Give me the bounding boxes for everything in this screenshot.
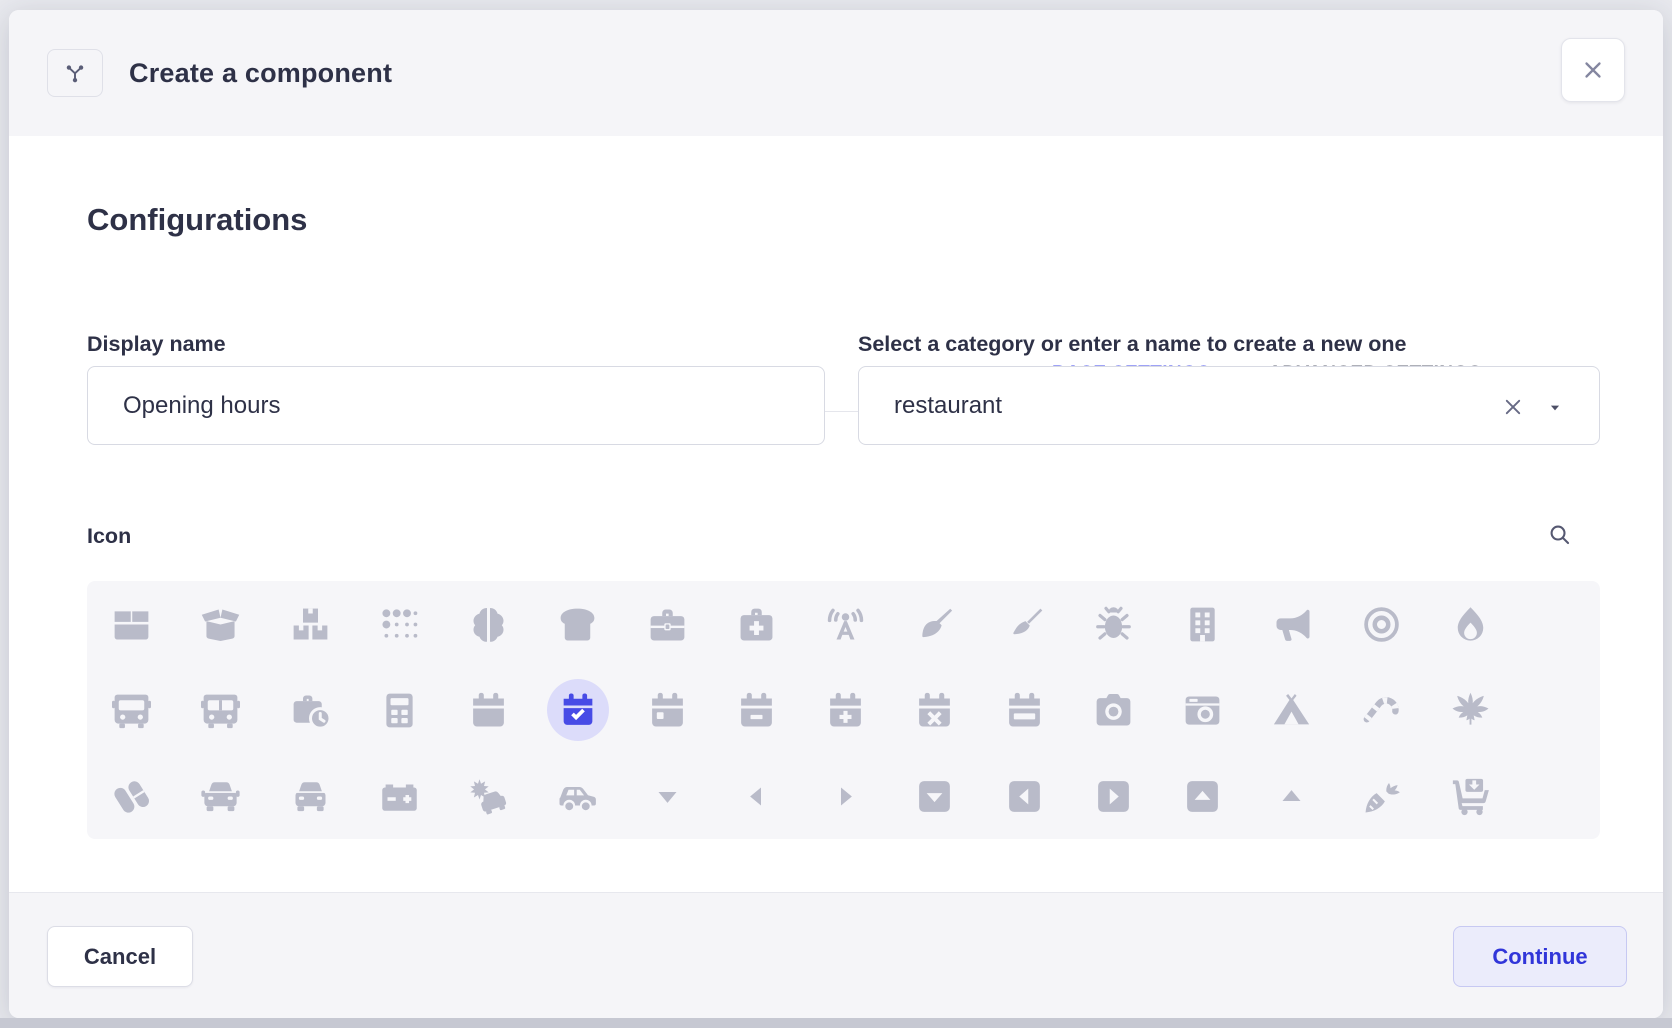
campground-icon[interactable] <box>1247 667 1336 753</box>
section-title: Configurations <box>87 202 307 238</box>
bullhorn-icon[interactable] <box>1247 581 1336 667</box>
calendar-minus-icon[interactable] <box>712 667 801 753</box>
broom-icon[interactable] <box>890 581 979 667</box>
caret-right-icon[interactable] <box>801 753 890 839</box>
bus-alt-icon[interactable] <box>176 667 265 753</box>
display-name-label: Display name <box>87 332 226 357</box>
create-component-modal: Create a component Configurations BASE S… <box>9 10 1663 1018</box>
calendar-plus-icon[interactable] <box>801 667 890 753</box>
close-icon <box>1581 58 1605 82</box>
braille-icon[interactable] <box>355 581 444 667</box>
page-bottom-strip <box>0 1018 1672 1028</box>
caret-up-icon[interactable] <box>1247 753 1336 839</box>
modal-body: Configurations BASE SETTINGS ADVANCED SE… <box>9 136 1663 893</box>
briefcase-icon[interactable] <box>623 581 712 667</box>
caret-square-down-icon[interactable] <box>890 753 979 839</box>
camera-retro-icon[interactable] <box>1158 667 1247 753</box>
brain-icon[interactable] <box>444 581 533 667</box>
business-time-icon[interactable] <box>266 667 355 753</box>
carrot-icon[interactable] <box>1337 753 1426 839</box>
modal-title: Create a component <box>129 58 392 89</box>
bread-slice-icon[interactable] <box>533 581 622 667</box>
modal-header: Create a component <box>9 10 1663 137</box>
car-battery-icon[interactable] <box>355 753 444 839</box>
bus-icon[interactable] <box>87 667 176 753</box>
caret-square-left-icon[interactable] <box>980 753 1069 839</box>
calendar-times-icon[interactable] <box>890 667 979 753</box>
cart-arrow-down-icon[interactable] <box>1426 753 1515 839</box>
modal-footer: Cancel Continue <box>9 892 1663 1018</box>
candy-cane-icon[interactable] <box>1337 667 1426 753</box>
car-alt-icon[interactable] <box>266 753 355 839</box>
category-label: Select a category or enter a name to cre… <box>858 332 1406 357</box>
broadcast-tower-icon[interactable] <box>801 581 890 667</box>
capsules-icon[interactable] <box>87 753 176 839</box>
caret-down-icon[interactable] <box>1548 401 1562 415</box>
search-icon[interactable] <box>1547 522 1572 547</box>
caret-down-icon[interactable] <box>623 753 712 839</box>
display-name-input[interactable] <box>87 366 825 445</box>
component-nodes-icon <box>47 49 103 97</box>
cannabis-icon[interactable] <box>1426 667 1515 753</box>
briefcase-medical-icon[interactable] <box>712 581 801 667</box>
car-crash-icon[interactable] <box>444 753 533 839</box>
boxes-icon[interactable] <box>266 581 355 667</box>
caret-square-up-icon[interactable] <box>1158 753 1247 839</box>
bullseye-icon[interactable] <box>1337 581 1426 667</box>
burn-icon[interactable] <box>1426 581 1515 667</box>
box-open-icon[interactable] <box>176 581 265 667</box>
calculator-icon[interactable] <box>355 667 444 753</box>
brush-icon[interactable] <box>980 581 1069 667</box>
caret-left-icon[interactable] <box>712 753 801 839</box>
continue-button[interactable]: Continue <box>1453 926 1627 987</box>
icon-picker-label: Icon <box>87 524 131 549</box>
icon-grid <box>87 581 1600 839</box>
calendar-week-icon[interactable] <box>980 667 1069 753</box>
cancel-button[interactable]: Cancel <box>47 926 193 987</box>
calendar-icon[interactable] <box>444 667 533 753</box>
camera-icon[interactable] <box>1069 667 1158 753</box>
box-icon[interactable] <box>87 581 176 667</box>
building-icon[interactable] <box>1158 581 1247 667</box>
close-button[interactable] <box>1561 38 1625 102</box>
category-select-input[interactable] <box>858 366 1600 445</box>
caret-square-right-icon[interactable] <box>1069 753 1158 839</box>
calendar-day-icon[interactable] <box>623 667 712 753</box>
bug-icon[interactable] <box>1069 581 1158 667</box>
car-icon[interactable] <box>176 753 265 839</box>
calendar-check-icon[interactable] <box>533 667 622 753</box>
car-side-icon[interactable] <box>533 753 622 839</box>
clear-x-icon[interactable] <box>1501 395 1525 419</box>
